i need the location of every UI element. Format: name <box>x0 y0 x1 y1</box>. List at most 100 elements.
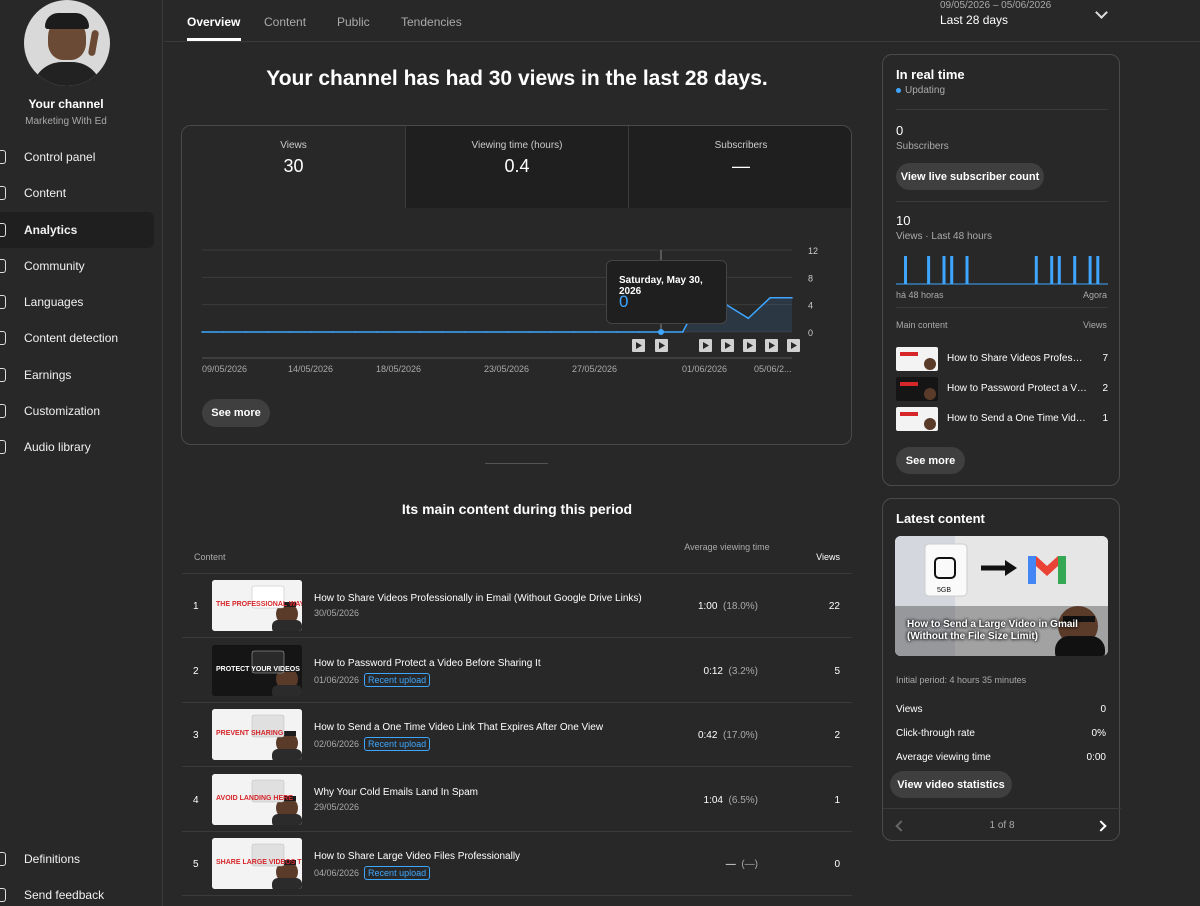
latest-content-title: Latest content <box>896 511 985 526</box>
realtime-bar <box>1057 256 1061 284</box>
metric-value: — <box>732 156 750 176</box>
video-thumbnail[interactable]: PREVENT SHARING <box>212 709 302 760</box>
realtime-bar <box>1050 256 1054 284</box>
realtime-list-item[interactable]: How to Send a One Time Video Link That E… <box>896 407 1108 431</box>
earnings-icon <box>0 368 6 382</box>
table-row[interactable]: 4 AVOID LANDING HERE Why Your Cold Email… <box>182 768 852 832</box>
video-thumbnail[interactable] <box>896 377 938 401</box>
chart-tooltip: Saturday, May 30, 2026 0 <box>606 260 727 324</box>
table-row[interactable]: 5 SHARE LARGE VIDEOS THE RIGHT WAY How t… <box>182 832 852 896</box>
data-point <box>288 331 291 333</box>
date-range-label[interactable]: Last 28 days <box>940 13 1008 27</box>
thumbnail-art: PROTECT YOUR VIDEOS <box>212 644 302 696</box>
data-point <box>376 331 378 333</box>
row-views: 5 <box>834 665 840 677</box>
data-point <box>747 317 750 320</box>
data-point <box>550 331 553 333</box>
avg-viewing-time: 1:00 (18.0%) <box>697 601 758 612</box>
column-header-views[interactable]: Views <box>800 552 840 562</box>
video-thumbnail[interactable]: SHARE LARGE VIDEOS THE RIGHT WAY <box>212 838 302 889</box>
sidebar-item-community[interactable]: Community <box>0 248 154 284</box>
data-point <box>594 331 597 333</box>
sidebar-item-content[interactable]: Content <box>0 175 154 211</box>
latest-content-pager: 1 of 8 <box>883 808 1121 842</box>
x-tick-label: 18/05/2026 <box>376 364 421 374</box>
realtime-list-item[interactable]: How to Password Protect a Video Before S… <box>896 377 1108 401</box>
video-title[interactable]: How to Share Videos Professionally in Em… <box>314 593 642 604</box>
overview-chart-card: Views 30 Viewing time (hours) 0.4 Subscr… <box>181 125 852 445</box>
thumbnail-art <box>900 352 936 370</box>
video-thumbnail[interactable]: AVOID LANDING HERE <box>212 773 302 825</box>
see-more-button[interactable]: See more <box>202 399 270 427</box>
data-point <box>572 331 575 333</box>
video-title: How to Password Protect a Video Before S… <box>947 383 1087 394</box>
page-title: Your channel has had 30 views in the las… <box>266 67 768 90</box>
views-line-chart[interactable]: 12 8 4 0 09/05/2026 14/05/2026 18/05/2026 23/05… <box>182 208 852 388</box>
video-thumbnail[interactable]: PROTECT YOUR VIDEOS <box>212 644 302 696</box>
table-row[interactable]: 1 THE PROFESSIONAL WAY How to Share Vide… <box>182 574 852 638</box>
divider <box>896 307 1108 308</box>
video-thumbnail[interactable] <box>896 407 938 431</box>
video-title: How to Share Videos Professionally in Em… <box>947 353 1087 364</box>
realtime-card: In real time Updating 0 Subscribers View… <box>882 54 1120 486</box>
tab-tendencies[interactable]: Tendencies <box>401 15 462 29</box>
thumbnail-art: AVOID LANDING HERE <box>212 773 302 825</box>
video-views: 2 <box>1102 383 1108 394</box>
thumbnail-art: THE PROFESSIONAL WAY <box>212 580 302 631</box>
column-header-avg-viewing-time[interactable]: Average viewing time <box>672 541 782 553</box>
channel-title[interactable]: Your channel <box>0 97 132 111</box>
realtime-bar <box>904 256 907 284</box>
view-live-subscriber-count-button[interactable]: View live subscriber count <box>896 163 1044 190</box>
video-title: How to Send a One Time Video Link That E… <box>947 413 1087 424</box>
table-row[interactable]: 3 PREVENT SHARING How to Send a One Time… <box>182 703 852 767</box>
sidebar-item-audio-library[interactable]: Audio library <box>0 429 154 465</box>
sidebar-item-control-panel[interactable]: Control panel <box>0 139 154 175</box>
pager-label: 1 of 8 <box>989 820 1015 831</box>
section-title: Its main content during this period <box>401 501 633 517</box>
metric-label: Viewing time (hours) <box>471 140 563 151</box>
tab-overview[interactable]: Overview <box>187 15 240 29</box>
realtime-list-item[interactable]: How to Share Videos Professionally in Em… <box>896 347 1108 371</box>
channel-avatar[interactable] <box>24 0 110 86</box>
video-publish-date: 04/06/2026 Recent upload <box>314 866 431 880</box>
metric-label: Subscribers <box>714 140 768 151</box>
sidebar-item-content-detection[interactable]: Content detection <box>0 320 154 356</box>
tab-public[interactable]: Public <box>337 15 370 29</box>
video-title[interactable]: How to Share Large Video Files Professio… <box>314 851 520 862</box>
table-row[interactable]: 2 PROTECT YOUR VIDEOS How to Password Pr… <box>182 639 852 703</box>
metric-views[interactable]: Views 30 <box>182 126 405 208</box>
realtime-views-bar-chart[interactable] <box>896 251 1108 285</box>
sidebar-item-analytics[interactable]: Analytics <box>0 212 154 248</box>
data-point <box>485 331 487 333</box>
sidebar-item-definitions[interactable]: Definitions <box>0 841 154 877</box>
thumbnail-text: THE PROFESSIONAL WAY <box>216 601 302 608</box>
video-thumbnail[interactable] <box>896 347 938 371</box>
video-thumbnail[interactable]: THE PROFESSIONAL WAY <box>212 580 302 631</box>
video-title[interactable]: Why Your Cold Emails Land In Spam <box>314 787 478 798</box>
sidebar-item-earnings[interactable]: Earnings <box>0 357 154 393</box>
metric-viewing-time[interactable]: Viewing time (hours) 0.4 <box>405 126 628 208</box>
thumbnail-art <box>900 412 936 430</box>
realtime-bar <box>927 256 931 284</box>
audio-icon <box>0 440 6 454</box>
settings-icon <box>0 852 6 866</box>
realtime-list-header-views: Views <box>1083 320 1107 330</box>
tab-content[interactable]: Content <box>264 15 306 29</box>
latest-video-title[interactable]: How to Send a Large Video in Gmail (With… <box>907 619 1087 643</box>
realtime-see-more-button[interactable]: See more <box>896 447 965 474</box>
avg-viewing-time: — (—) <box>725 859 758 870</box>
data-point <box>681 331 684 333</box>
video-publish-date: 29/05/2026 <box>314 801 360 812</box>
video-title[interactable]: How to Password Protect a Video Before S… <box>314 658 541 669</box>
latest-initial-period: Initial period: 4 hours 35 minutes <box>896 675 1027 685</box>
date-range-dates[interactable]: 09/05/2026 – 05/06/2026 <box>940 0 1051 11</box>
sidebar-item-languages[interactable]: Languages <box>0 284 154 320</box>
sidebar-item-customization[interactable]: Customization <box>0 393 154 429</box>
view-video-statistics-button[interactable]: View video statistics <box>890 771 1012 798</box>
metric-subscribers[interactable]: Subscribers — <box>628 126 851 208</box>
sidebar-item-send-feedback[interactable]: Send feedback <box>0 877 154 906</box>
thumb-badge: 5GB <box>937 587 951 594</box>
video-views: 7 <box>1102 353 1108 364</box>
data-point <box>223 331 225 333</box>
video-title[interactable]: How to Send a One Time Video Link That E… <box>314 722 603 733</box>
